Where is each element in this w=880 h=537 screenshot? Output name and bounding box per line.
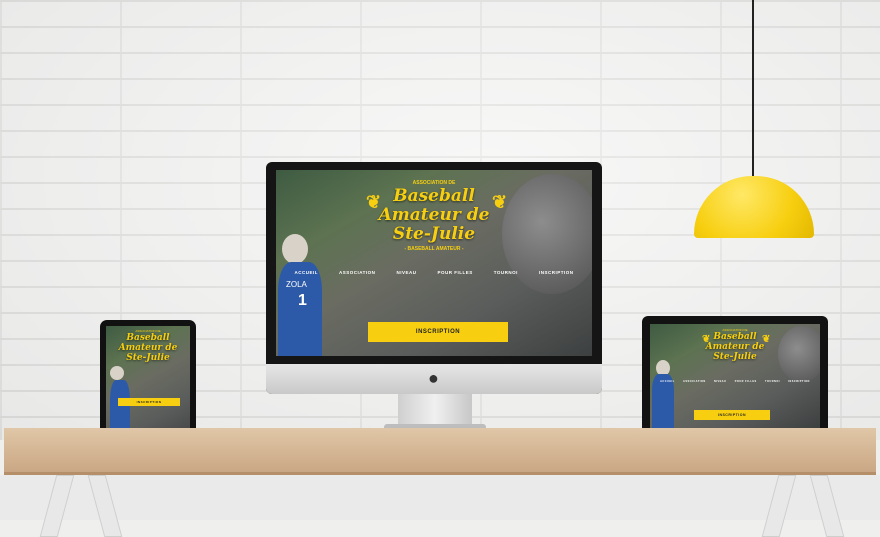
apple-logo-icon: ● [428, 368, 439, 388]
laptop-logo-title-line3: Ste-Julie [713, 352, 757, 362]
floor [0, 475, 880, 520]
logo-title-line1: Baseball [393, 186, 475, 206]
tablet-player-helmet [110, 366, 124, 380]
laptop-nav-item-accueil[interactable]: ACCUEIL [660, 380, 675, 383]
tablet-inscription-button[interactable]: INSCRIPTION [118, 398, 180, 406]
tablet-logo-title-line3: Ste-Julie [126, 353, 170, 363]
nav-item-pour-filles[interactable]: POUR FILLES [437, 270, 472, 275]
laptop-inscription-button[interactable]: INSCRIPTION [694, 410, 770, 420]
tablet-logo-title-line1: Baseball [126, 333, 170, 343]
imac-stand [398, 394, 472, 426]
nav-item-accueil[interactable]: ACCUEIL [295, 270, 319, 275]
nav-item-tournoi[interactable]: TOURNOI [494, 270, 518, 275]
laptop-nav-item-tournoi[interactable]: TOURNOI [765, 380, 780, 383]
imac-screen-website: ZOLA 1 ❦ ❦ ASSOCIATION DE Baseball Amate… [276, 170, 592, 356]
nav-item-inscription[interactable]: INSCRIPTION [539, 270, 574, 275]
laptop-nav-item-pour-filles[interactable]: POUR FILLES [735, 380, 757, 383]
laptop-nav-item-niveau[interactable]: NIVEAU [714, 380, 726, 383]
inscription-button[interactable]: INSCRIPTION [368, 322, 508, 342]
laptop-nav-item-inscription[interactable]: INSCRIPTION [788, 380, 810, 383]
nav-item-association[interactable]: ASSOCIATION [339, 270, 375, 275]
logo-title-line3: Ste-Julie [392, 224, 476, 244]
logo-subtitle: - BASEBALL AMATEUR - [404, 246, 464, 252]
main-nav: ACCUEIL ASSOCIATION NIVEAU POUR FILLES T… [276, 270, 592, 275]
tablet-logo-title-line2: Amateur de [118, 343, 178, 353]
player-jersey: ZOLA 1 [278, 262, 322, 356]
logo-title-line2: Amateur de [378, 205, 490, 225]
laptop-screen-website: ❦ ❦ ASSOCIATION DE Baseball Amateur de S… [650, 324, 820, 428]
jersey-name: ZOLA [286, 280, 307, 289]
lamp-cord [752, 0, 754, 180]
laptop-logo-title-line2: Amateur de [705, 342, 765, 352]
laptop-nav-item-association[interactable]: ASSOCIATION [683, 380, 706, 383]
laptop-logo-title-line1: Baseball [713, 332, 757, 342]
laptop-main-nav: ACCUEIL ASSOCIATION NIVEAU POUR FILLES T… [650, 380, 820, 383]
nav-item-niveau[interactable]: NIVEAU [396, 270, 416, 275]
desk-top [4, 428, 876, 475]
jersey-number: 1 [298, 292, 307, 309]
